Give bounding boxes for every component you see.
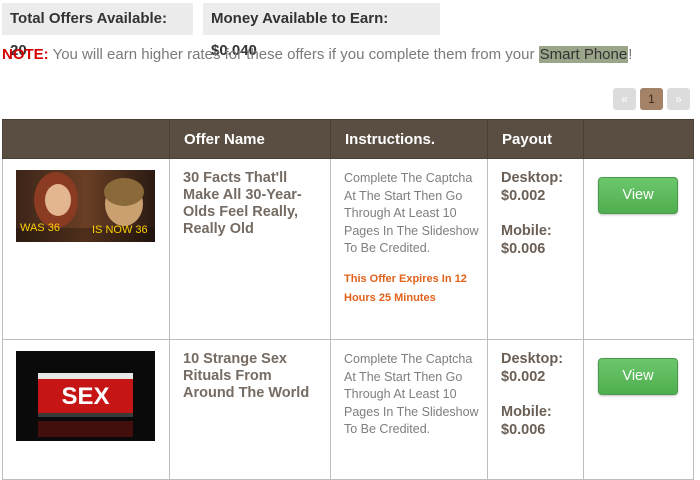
column-header-payout: Payout — [487, 119, 584, 159]
instructions-text: Complete The Captcha At The Start Then G… — [344, 352, 479, 436]
note-message: NOTE: You will earn higher rates for the… — [2, 46, 632, 63]
pagination-prev-button[interactable]: « — [613, 88, 636, 110]
column-header-offer-name: Offer Name — [169, 119, 331, 159]
pagination-next-button[interactable]: » — [667, 88, 690, 110]
offers-table: Offer Name Instructions. Payout WAS 36 I… — [2, 119, 694, 480]
table-row: WAS 36 IS NOW 36 30 Facts That'll Make A… — [2, 158, 694, 340]
offer-name-cell: 30 Facts That'll Make All 30-Year-Olds F… — [169, 158, 331, 340]
offer-thumbnail-cell: SEX — [2, 339, 170, 480]
instructions-cell: Complete The Captcha At The Start Then G… — [330, 158, 488, 340]
note-highlight: Smart Phone — [538, 46, 629, 63]
action-cell: View — [583, 158, 694, 340]
pagination-page-1[interactable]: 1 — [640, 88, 663, 110]
instructions-cell: Complete The Captcha At The Start Then G… — [330, 339, 488, 480]
column-header-instructions: Instructions. — [330, 119, 488, 159]
payout-info: Desktop: $0.002 Mobile: $0.006 — [488, 159, 583, 258]
note-text: You will earn higher rates for these off… — [48, 46, 539, 63]
payout-cell: Desktop: $0.002 Mobile: $0.006 — [487, 339, 584, 480]
money-available-box: Money Available to Earn: $0.040 — [203, 3, 440, 59]
table-row: SEX 10 Strange Sex Rituals From Around T… — [2, 339, 694, 480]
offer-thumbnail-cell: WAS 36 IS NOW 36 — [2, 158, 170, 340]
thumb-caption: SEX — [61, 383, 109, 410]
view-offer-button[interactable]: View — [598, 358, 678, 395]
payout-info: Desktop: $0.002 Mobile: $0.006 — [488, 340, 583, 439]
payout-desktop: Desktop: $0.002 — [501, 170, 564, 204]
view-offer-button[interactable]: View — [598, 177, 678, 214]
note-end: ! — [628, 46, 633, 63]
total-offers-box: Total Offers Available: 20 — [2, 3, 193, 59]
offer-name-cell: 10 Strange Sex Rituals From Around The W… — [169, 339, 331, 480]
payout-desktop: Desktop: $0.002 — [501, 351, 564, 385]
offer-name: 30 Facts That'll Make All 30-Year-Olds F… — [183, 170, 302, 237]
thumb-caption-left: WAS 36 — [20, 222, 60, 234]
action-cell: View — [583, 339, 694, 480]
payout-mobile: Mobile: $0.006 — [501, 223, 552, 257]
thumb-caption-right: IS NOW 36 — [92, 224, 148, 236]
payout-cell: Desktop: $0.002 Mobile: $0.006 — [487, 158, 584, 340]
offer-expires-text: This Offer Expires In 12 Hours 25 Minute… — [344, 272, 467, 304]
column-header-image — [2, 119, 170, 159]
table-header-row: Offer Name Instructions. Payout — [2, 119, 694, 159]
note-label: NOTE: — [2, 46, 49, 63]
column-header-action — [583, 119, 694, 159]
offer-thumbnail-image: WAS 36 IS NOW 36 — [16, 170, 155, 242]
payout-mobile: Mobile: $0.006 — [501, 404, 552, 438]
offer-thumbnail-image: SEX — [16, 351, 155, 441]
offer-name: 10 Strange Sex Rituals From Around The W… — [183, 351, 310, 401]
instructions-text: Complete The Captcha At The Start Then G… — [344, 171, 479, 255]
